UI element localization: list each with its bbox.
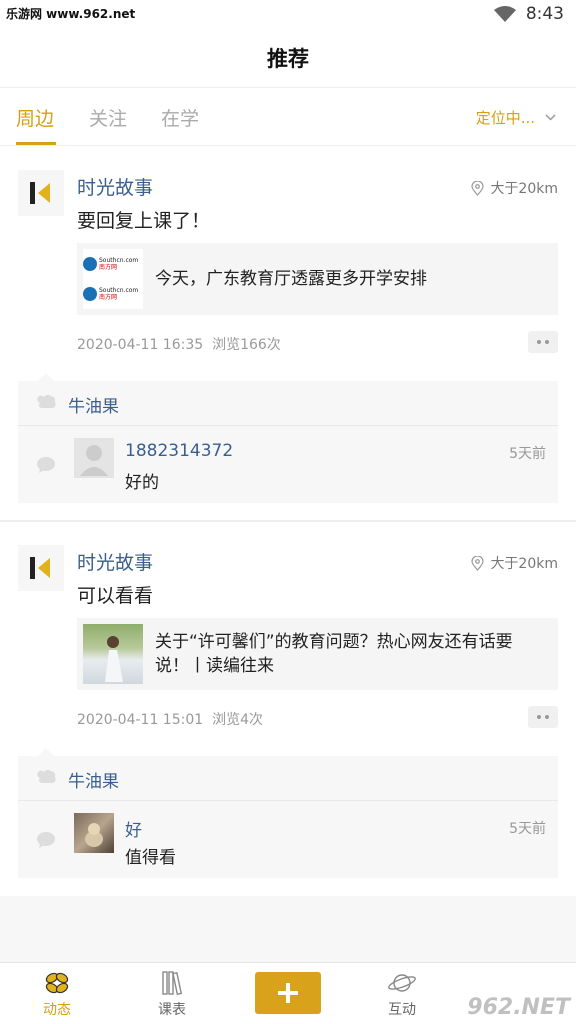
distance-label: 大于20km (490, 181, 558, 197)
plus-icon (278, 983, 298, 1003)
page-title: 推荐 (267, 47, 309, 71)
likes-bar: 牛油果 (18, 381, 558, 425)
distance: 大于20km (471, 178, 558, 198)
link-thumbnail: Southcn.com 南方网 Southcn.com 南方网 (83, 249, 143, 309)
location-pin-icon (471, 180, 485, 196)
location-selector[interactable]: 定位中... (476, 107, 556, 128)
clock: 8:43 (525, 4, 564, 24)
nav-interact-label: 互动 (388, 1002, 416, 1018)
likes-pointer (38, 373, 54, 381)
status-bar: 乐游网 www.962.net 8:43 (0, 0, 576, 30)
author-name[interactable]: 时光故事 (77, 173, 153, 200)
comment-item: 好 值得看 5天前 (18, 800, 558, 878)
liker-name[interactable]: 牛油果 (68, 392, 119, 417)
comment-icon (37, 832, 55, 848)
location-label: 定位中... (475, 109, 535, 127)
author-name[interactable]: 时光故事 (77, 548, 153, 575)
tab-learning[interactable]: 在学 (161, 104, 199, 131)
post-meta: 2020-04-11 16:35 浏览166次 (77, 334, 281, 354)
distance-label: 大于20km (490, 556, 558, 572)
like-icon (37, 769, 56, 783)
comment-time: 5天前 (509, 446, 546, 462)
app-header: 推荐 (0, 30, 576, 88)
post-card: 时光故事 大于20km 可以看看 关于“许可馨们”的教育问题？热心网友还有话要说… (0, 521, 576, 896)
distance: 大于20km (471, 553, 558, 573)
nav-feed[interactable]: 动态 (17, 969, 97, 1019)
chevron-down-icon (545, 114, 556, 121)
brand-logo-icon (30, 557, 50, 579)
link-title: 今天，广东教育厅透露更多开学安排 (155, 269, 427, 289)
books-icon (162, 971, 183, 996)
author-avatar[interactable] (18, 545, 64, 591)
pet-photo-icon (85, 823, 103, 847)
commenter-avatar[interactable] (74, 813, 114, 853)
tab-nearby[interactable]: 周边 (16, 104, 54, 131)
commenter-avatar[interactable] (74, 438, 114, 478)
post-content: 要回复上课了！ (77, 210, 211, 232)
shared-link[interactable]: Southcn.com 南方网 Southcn.com 南方网 今天，广东教育厅… (77, 243, 558, 315)
comment-item: 1882314372 好的 5天前 (18, 425, 558, 503)
comment-text: 值得看 (125, 848, 176, 868)
watermark: 乐游网 www.962.net (6, 7, 136, 21)
likes-pointer (38, 748, 54, 756)
more-options-button[interactable] (528, 331, 558, 353)
commenter-name[interactable]: 好 (125, 816, 142, 841)
comment-icon (37, 457, 55, 473)
comment-time: 5天前 (509, 821, 546, 837)
liker-name[interactable]: 牛油果 (68, 767, 119, 792)
link-thumbnail (83, 624, 143, 684)
nav-schedule[interactable]: 课表 (132, 969, 212, 1019)
view-count: 浏览4次 (212, 712, 263, 728)
shared-link[interactable]: 关于“许可馨们”的教育问题？热心网友还有话要说！丨读编往来 (77, 618, 558, 690)
person-photo-icon (105, 636, 123, 682)
link-title: 关于“许可馨们”的教育问题？热心网友还有话要说！丨读编往来 (155, 632, 513, 676)
brand-logo-icon (30, 182, 50, 204)
post-card: 时光故事 大于20km 要回复上课了！ Southcn.com 南方网 Sout… (0, 146, 576, 521)
post-meta: 2020-04-11 15:01 浏览4次 (77, 709, 263, 729)
more-options-button[interactable] (528, 706, 558, 728)
tab-bar: 周边 关注 在学 定位中... (0, 88, 576, 146)
feed-bottom-spacer (0, 896, 576, 962)
add-post-button[interactable] (255, 972, 321, 1014)
default-user-icon (80, 445, 108, 476)
likes-bar: 牛油果 (18, 756, 558, 800)
location-pin-icon (471, 555, 485, 571)
post-date: 2020-04-11 16:35 (77, 337, 204, 353)
post-content: 可以看看 (77, 585, 154, 607)
nav-schedule-label: 课表 (158, 1002, 186, 1018)
nav-feed-label: 动态 (43, 1002, 71, 1018)
wifi-icon (493, 6, 516, 22)
active-tab-indicator (16, 142, 56, 145)
seed-icon (45, 972, 69, 994)
like-icon (37, 394, 56, 408)
comment-text: 好的 (125, 473, 159, 493)
watermark-bottom: 962.NET (467, 995, 570, 1020)
author-avatar[interactable] (18, 170, 64, 216)
planet-icon (388, 974, 416, 992)
nav-interact[interactable]: 互动 (362, 969, 442, 1019)
post-date: 2020-04-11 15:01 (77, 712, 204, 728)
view-count: 浏览166次 (212, 337, 281, 353)
commenter-name[interactable]: 1882314372 (125, 441, 233, 461)
tab-following[interactable]: 关注 (89, 104, 127, 131)
bottom-nav: 动态 课表 互动 962.NET (0, 962, 576, 1024)
